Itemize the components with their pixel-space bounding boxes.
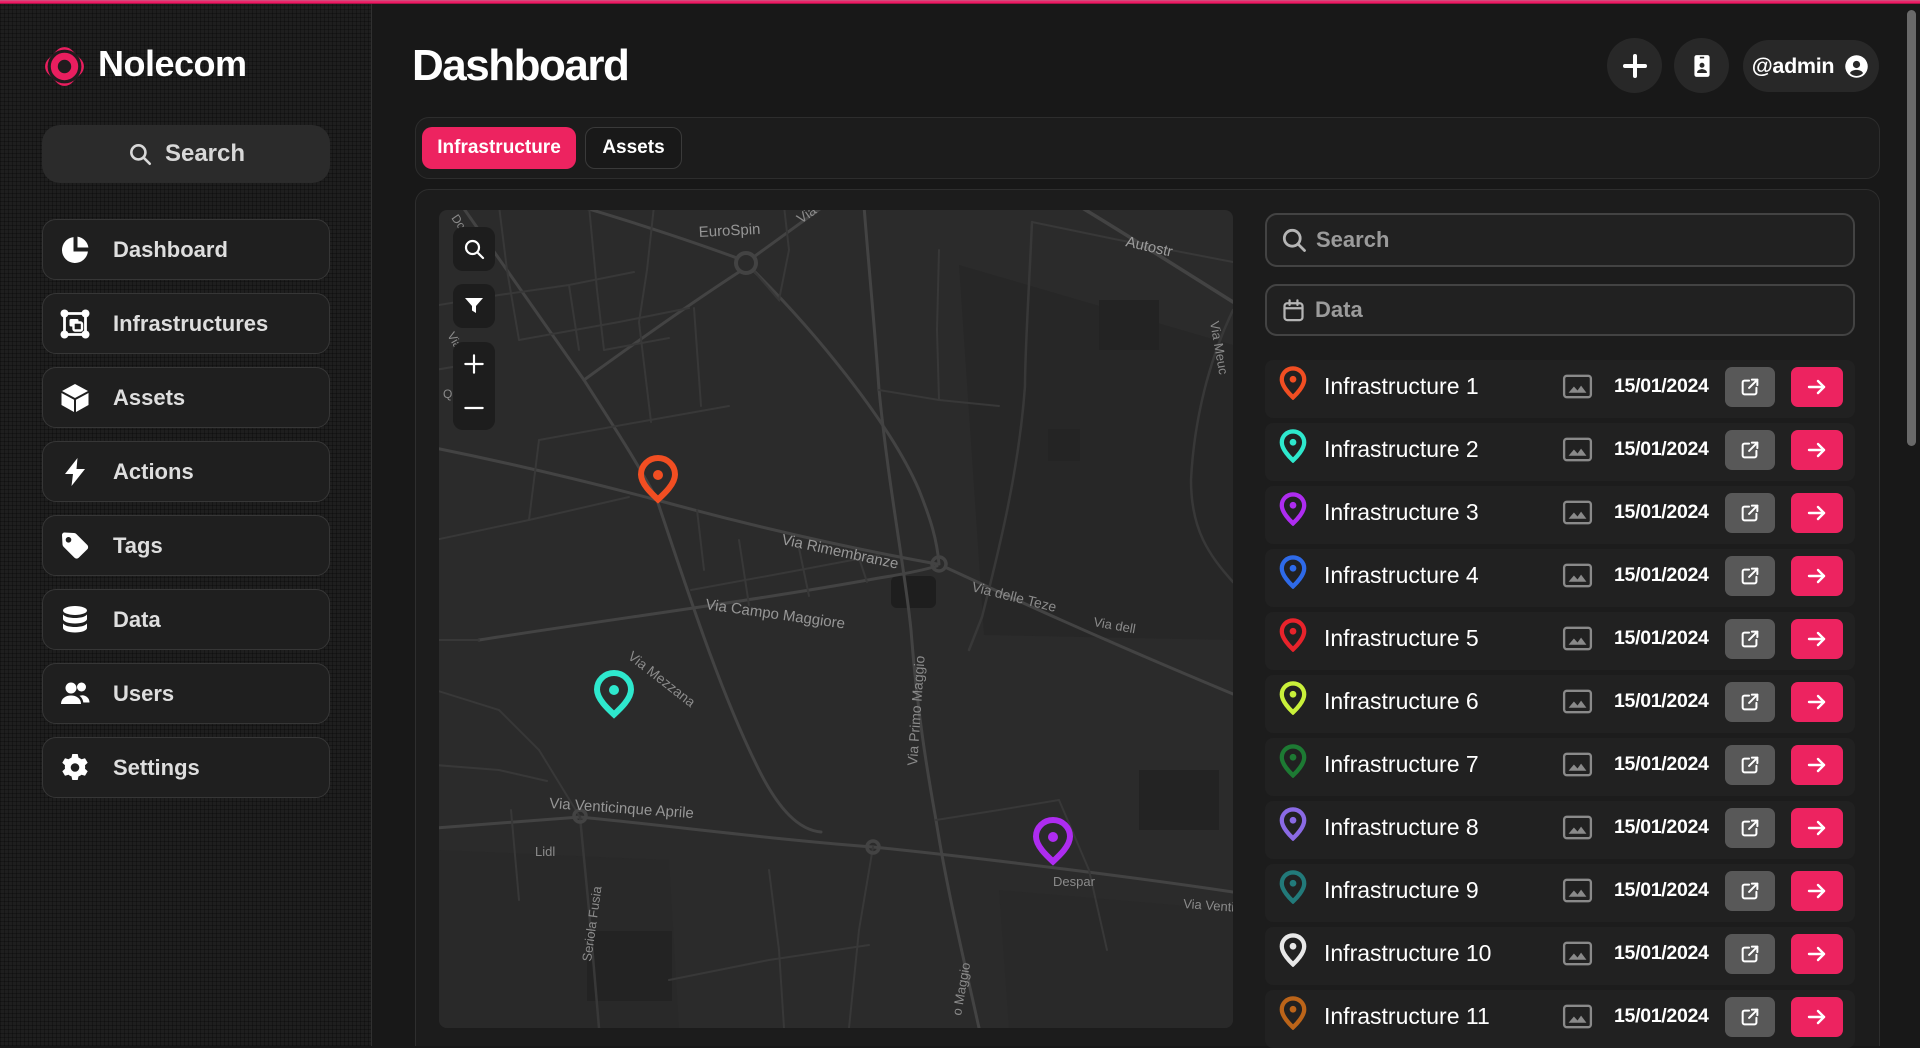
svg-text:Via Mezzana: Via Mezzana [625,648,699,710]
svg-text:Via Campo Maggiore: Via Campo Maggiore [704,596,846,632]
svg-text:Q: Q [443,387,452,401]
svg-text:Via Rimembranze: Via Rimembranze [780,531,900,572]
svg-text:Lidl: Lidl [535,844,555,859]
svg-text:EuroSpin: EuroSpin [698,221,761,241]
svg-text:Autostr: Autostr [1124,233,1174,260]
svg-text:Despar: Despar [1053,874,1096,889]
